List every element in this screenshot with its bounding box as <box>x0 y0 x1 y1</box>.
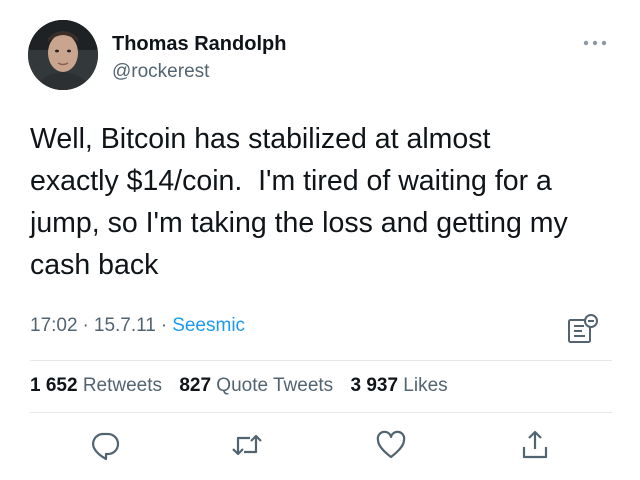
quote-tweets-stat[interactable]: 827 Quote Tweets <box>179 375 333 396</box>
meta-separator: · <box>160 315 168 336</box>
retweet-icon <box>232 434 262 456</box>
divider <box>30 412 612 413</box>
meta-separator: · <box>82 315 89 336</box>
quote-tweets-label: Quote Tweets <box>216 375 334 396</box>
heart-icon <box>376 430 406 459</box>
retweets-stat[interactable]: 1 652 Retweets <box>30 375 162 396</box>
avatar-photo <box>28 20 98 90</box>
tweet-date[interactable]: 15.7.11 <box>94 315 156 336</box>
retweets-count: 1 652 <box>30 375 78 396</box>
reply-button[interactable] <box>88 428 122 462</box>
avatar[interactable] <box>28 20 98 90</box>
tweet-text: Well, Bitcoin has stabilized at almost e… <box>30 123 568 281</box>
reply-icon <box>92 432 120 461</box>
author-display-name[interactable]: Thomas Randolph <box>112 33 286 56</box>
like-button[interactable] <box>374 428 408 462</box>
likes-stat[interactable]: 3 937 Likes <box>350 375 447 396</box>
share-icon <box>522 430 548 459</box>
tweet-actions <box>0 428 640 464</box>
likes-count: 3 937 <box>350 375 399 396</box>
tweet-source-link[interactable]: Seesmic <box>172 315 245 336</box>
retweets-label: Retweets <box>82 375 163 396</box>
retweet-button[interactable] <box>230 428 264 462</box>
tweet-time[interactable]: 17:02 <box>30 315 78 336</box>
likes-label: Likes <box>403 375 448 396</box>
tweet-meta: 17:02 · 15.7.11 · Seesmic <box>30 315 245 337</box>
divider <box>30 360 612 361</box>
author-handle[interactable]: @rockerest <box>112 61 209 83</box>
engagement-stats: 1 652 Retweets 827 Quote Tweets 3 937 Li… <box>30 375 460 397</box>
quote-tweets-count: 827 <box>179 375 212 396</box>
more-horizontal-icon[interactable] <box>582 36 608 48</box>
tweet-card: Thomas Randolph @rockerest Well, Bitcoin… <box>0 0 640 480</box>
share-button[interactable] <box>518 428 552 462</box>
analytics-icon[interactable] <box>566 312 600 346</box>
